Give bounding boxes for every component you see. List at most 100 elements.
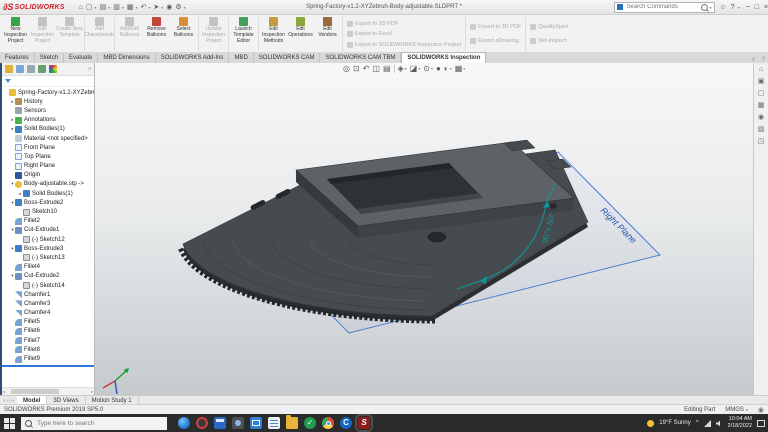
tab-mbd[interactable]: MBD (229, 53, 253, 63)
action-center-icon[interactable] (757, 420, 765, 427)
tree-item-chamfer3[interactable]: Chamfer3 (2, 299, 94, 308)
help-dropdown-caret-icon[interactable]: ▾ (738, 5, 740, 10)
photos-icon[interactable] (232, 417, 244, 429)
file-explorer-icon[interactable]: ▢ (758, 89, 765, 97)
tree-item-sketch10[interactable]: Sketch10 (2, 207, 94, 216)
hide-show-caret-icon[interactable]: ▾ (431, 66, 433, 71)
taskbar-search-input[interactable] (35, 419, 163, 428)
zoom-to-fit-icon[interactable]: ◎ (343, 64, 350, 73)
edit-operations-button[interactable]: Edit Operations (287, 15, 314, 53)
tree-item-cut-extrude2[interactable]: Cut-Extrude2 (2, 272, 94, 281)
options-icon[interactable]: ⚙ (175, 3, 181, 11)
search-commands-input[interactable] (625, 3, 700, 11)
tab-sketch[interactable]: Sketch (35, 53, 64, 63)
custom-properties-icon[interactable]: ▧ (758, 125, 765, 133)
rollback-bar[interactable] (2, 365, 94, 367)
undo-dropdown-caret-icon[interactable]: ▾ (148, 5, 150, 10)
save-icon[interactable]: ▥ (113, 3, 120, 11)
tree-item-fillet4[interactable]: Fillet4 (2, 263, 94, 272)
tree-item-annotations[interactable]: Annotations (2, 116, 94, 125)
browser-icon[interactable] (196, 417, 208, 429)
edit-appearance-icon[interactable]: ● (436, 64, 441, 73)
select-icon[interactable]: ➤ (153, 3, 159, 11)
previous-view-icon[interactable]: ↶ (363, 64, 370, 73)
view-palette-icon[interactable]: ▦ (758, 101, 765, 109)
launch-template-editor-button[interactable]: Launch Template Editor (230, 15, 257, 53)
collapse-ribbon-icon[interactable]: ∧ (748, 56, 758, 63)
tree-item-fillet9[interactable]: Fillet9 (2, 354, 94, 363)
tree-item-fillet2[interactable]: Fillet2 (2, 217, 94, 226)
edit-vendors-button[interactable]: Edit Vendors (314, 15, 341, 53)
dimxpertmanager-tab-icon[interactable] (38, 65, 46, 73)
featuremanager-tab-icon[interactable] (5, 65, 13, 73)
filter-icon[interactable] (5, 79, 11, 83)
tree-item-sensors[interactable]: Sensors (2, 106, 94, 115)
open-dropdown-caret-icon[interactable]: ▾ (108, 5, 110, 10)
scrollbar-thumb[interactable] (11, 389, 59, 394)
user-account-icon[interactable]: ☺ (720, 4, 727, 11)
close-button[interactable]: × (764, 4, 768, 11)
home-icon[interactable]: ⌂ (79, 4, 83, 11)
maximize-button[interactable]: □ (755, 4, 759, 11)
tree-item-right-plane[interactable]: Right Plane (2, 162, 94, 171)
new-inspection-project-button[interactable]: New Inspection Project (2, 15, 29, 53)
apply-scene-icon[interactable]: ◐ (444, 64, 449, 73)
tab-mbd-dimensions[interactable]: MBD Dimensions (98, 53, 155, 63)
tree-item-boss-extrude3[interactable]: Boss-Extrude3 (2, 244, 94, 253)
search-icon[interactable] (701, 4, 708, 11)
tree-item-chamfer1[interactable]: Chamfer1 (2, 290, 94, 299)
help-icon[interactable]: ? (731, 4, 735, 11)
tree-item-fillet6[interactable]: Fillet6 (2, 327, 94, 336)
remove-balloons-button[interactable]: Remove Balloons (143, 15, 170, 53)
tab-solidworks-inspection[interactable]: SOLIDWORKS Inspection (401, 52, 486, 63)
start-button[interactable] (3, 417, 16, 430)
select-dropdown-caret-icon[interactable]: ▾ (161, 5, 163, 10)
weather-text[interactable]: 19°F Sunny (659, 420, 690, 426)
rebuild-icon[interactable]: ◉ (166, 3, 172, 11)
tree-item-front-plane[interactable]: Front Plane (2, 143, 94, 152)
propertymanager-tab-icon[interactable] (16, 65, 24, 73)
tree-item-boss-extrude2[interactable]: Boss-Extrude2 (2, 198, 94, 207)
zoom-to-area-icon[interactable]: ⊡ (353, 64, 360, 73)
units-selector[interactable]: MMGS▾ (725, 407, 748, 413)
print-icon[interactable]: ▦ (127, 3, 134, 11)
tree-item-origin[interactable]: Origin (2, 171, 94, 180)
ribbon-help-icon[interactable]: ? (759, 57, 768, 63)
tree-item-imported-body[interactable]: Body-adjustable.stp -> (2, 180, 94, 189)
tree-item-sketch13[interactable]: (-) Sketch13 (2, 253, 94, 262)
notepad-icon[interactable] (268, 417, 280, 429)
save-dropdown-caret-icon[interactable]: ▾ (122, 5, 124, 10)
file-explorer-icon[interactable] (286, 417, 298, 429)
search-dropdown-caret-icon[interactable]: ▾ (709, 5, 711, 10)
command-search-box[interactable]: ▾ (614, 2, 715, 13)
apply-scene-caret-icon[interactable]: ▾ (450, 66, 452, 71)
view-settings-caret-icon[interactable]: ▾ (463, 66, 465, 71)
tab-solidworks-cam[interactable]: SOLIDWORKS CAM (254, 53, 321, 63)
taskbar-search-box[interactable] (21, 417, 167, 430)
calculator-icon[interactable] (214, 417, 226, 429)
cura-icon[interactable] (340, 417, 352, 429)
edge-icon[interactable] (178, 417, 190, 429)
new-document-icon[interactable]: ▢ (86, 3, 93, 11)
tree-item-fillet5[interactable]: Fillet5 (2, 318, 94, 327)
tree-item-chamfer4[interactable]: Chamfer4 (2, 309, 94, 318)
undo-icon[interactable]: ↶ (140, 3, 146, 11)
solidworks-taskbar-icon[interactable] (358, 417, 370, 429)
hide-show-items-icon[interactable]: ⊙ (423, 64, 430, 73)
tree-item-solid-bodies-imported[interactable]: Solid Bodies(1) (2, 189, 94, 198)
tree-item-history[interactable]: History (2, 97, 94, 106)
tree-item-solid-bodies[interactable]: Solid Bodies(1) (2, 125, 94, 134)
appearances-scenes-icon[interactable]: ◉ (758, 113, 764, 121)
configurationmanager-tab-icon[interactable] (27, 65, 35, 73)
status-options-icon[interactable]: ◉ (758, 406, 764, 414)
tree-item-sketch12[interactable]: (-) Sketch12 (2, 235, 94, 244)
view-settings-icon[interactable]: ▦ (455, 64, 463, 73)
network-icon[interactable] (704, 420, 711, 427)
print-dropdown-caret-icon[interactable]: ▾ (135, 5, 137, 10)
tree-item-fillet7[interactable]: Fillet7 (2, 336, 94, 345)
hidden-icons-chevron-icon[interactable]: ^ (696, 420, 699, 426)
tree-item-cut-extrude1[interactable]: Cut-Extrude1 (2, 226, 94, 235)
panel-tabs-overflow-icon[interactable]: » (88, 66, 91, 72)
display-style-icon[interactable]: ◪ (410, 64, 418, 73)
displaymanager-tab-icon[interactable] (49, 65, 57, 73)
